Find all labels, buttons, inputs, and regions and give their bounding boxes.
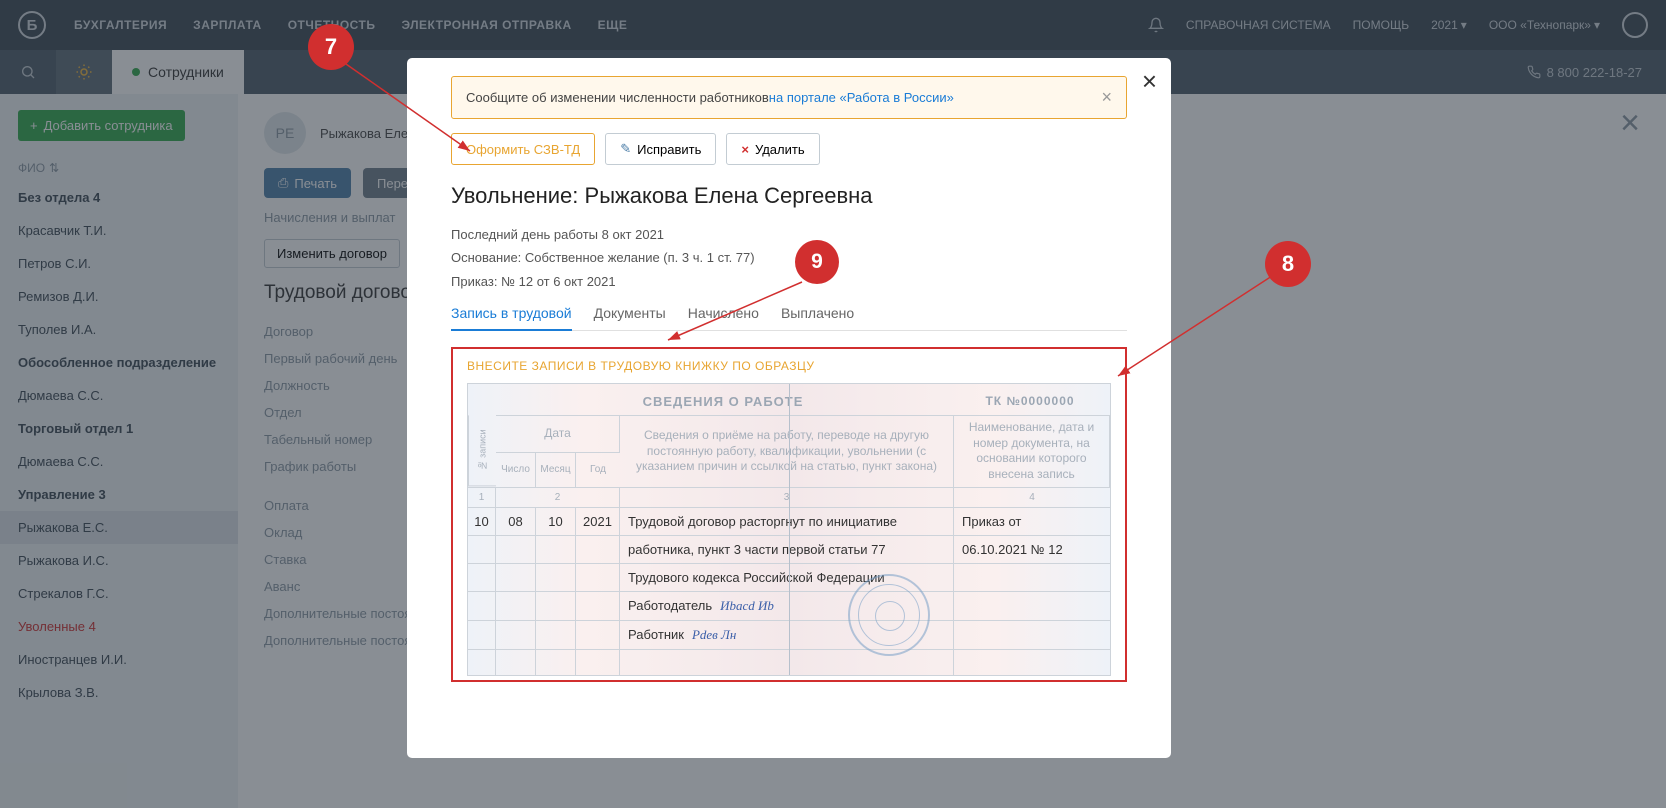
col-num: 1 [468, 487, 496, 507]
tab-paid[interactable]: Выплачено [781, 305, 854, 330]
workbook-sample: СВЕДЕНИЯ О РАБОТЕ ТК №0000000 № записи Д… [467, 383, 1111, 675]
close-icon[interactable]: × [1142, 68, 1157, 94]
delete-icon: × [741, 142, 749, 157]
col-year: Год [576, 452, 620, 486]
wb-text: работника, пункт 3 части первой статьи 7… [620, 535, 954, 563]
col-info: Сведения о приёме на работу, переводе на… [620, 415, 954, 486]
wb-day: 08 [496, 507, 536, 535]
warning-text: Сообщите об изменении численности работн… [466, 90, 769, 105]
signature-icon: Иbаcd Иb [720, 598, 774, 614]
stamp-icon [848, 574, 930, 656]
wb-month: 10 [536, 507, 576, 535]
edit-button[interactable]: ✎ Исправить [605, 133, 716, 165]
tab-documents[interactable]: Документы [594, 305, 666, 330]
tab-workbook-entry[interactable]: Запись в трудовой [451, 305, 572, 331]
col-day: Число [496, 452, 536, 486]
modal-tabs: Запись в трудовой Документы Начислено Вы… [451, 305, 1127, 331]
warning-banner: Сообщите об изменении численности работн… [451, 76, 1127, 119]
workbook-tk-number: ТК №0000000 [950, 394, 1110, 409]
warning-link[interactable]: на портале «Работа в России» [769, 90, 954, 105]
modal-title: Увольнение: Рыжакова Елена Сергеевна [451, 183, 1127, 209]
col-number: № записи [468, 415, 496, 486]
workbook-container: ВНЕСИТЕ ЗАПИСИ В ТРУДОВУЮ КНИЖКУ ПО ОБРА… [451, 347, 1127, 681]
col-num: 2 [496, 487, 620, 507]
close-icon[interactable]: × [1101, 87, 1112, 108]
dismissal-modal: × Сообщите об изменении численности рабо… [407, 58, 1171, 758]
col-num: 4 [954, 487, 1110, 507]
modal-info: Последний день работы 8 окт 2021 Основан… [451, 223, 1127, 293]
reason-text: Основание: Собственное желание (п. 3 ч. … [451, 246, 1127, 269]
col-doc: Наименование, дата и номер документа, на… [954, 415, 1110, 486]
order-text: Приказ: № 12 от 6 окт 2021 [451, 270, 1127, 293]
wb-year: 2021 [576, 507, 620, 535]
annotation-7: 7 [308, 24, 354, 70]
col-date: Дата [496, 415, 620, 452]
szv-td-button[interactable]: Оформить СЗВ-ТД [451, 133, 595, 165]
col-num: 3 [620, 487, 954, 507]
workbook-center-title: СВЕДЕНИЯ О РАБОТЕ [496, 394, 950, 409]
wb-no: 10 [468, 507, 496, 535]
tab-accrued[interactable]: Начислено [688, 305, 759, 330]
wb-doc: Приказ от [954, 507, 1110, 535]
delete-button[interactable]: × Удалить [726, 133, 819, 165]
wb-text: Трудовой договор расторгнут по инициатив… [620, 507, 954, 535]
signature-icon: Рdев Лн [692, 627, 736, 643]
annotation-9: 9 [795, 240, 839, 284]
annotation-8: 8 [1265, 241, 1311, 287]
col-month: Месяц [536, 452, 576, 486]
last-day-text: Последний день работы 8 окт 2021 [451, 223, 1127, 246]
wb-doc: 06.10.2021 № 12 [954, 535, 1110, 563]
edit-icon: ✎ [620, 141, 631, 157]
workbook-instruction: ВНЕСИТЕ ЗАПИСИ В ТРУДОВУЮ КНИЖКУ ПО ОБРА… [467, 359, 1111, 373]
